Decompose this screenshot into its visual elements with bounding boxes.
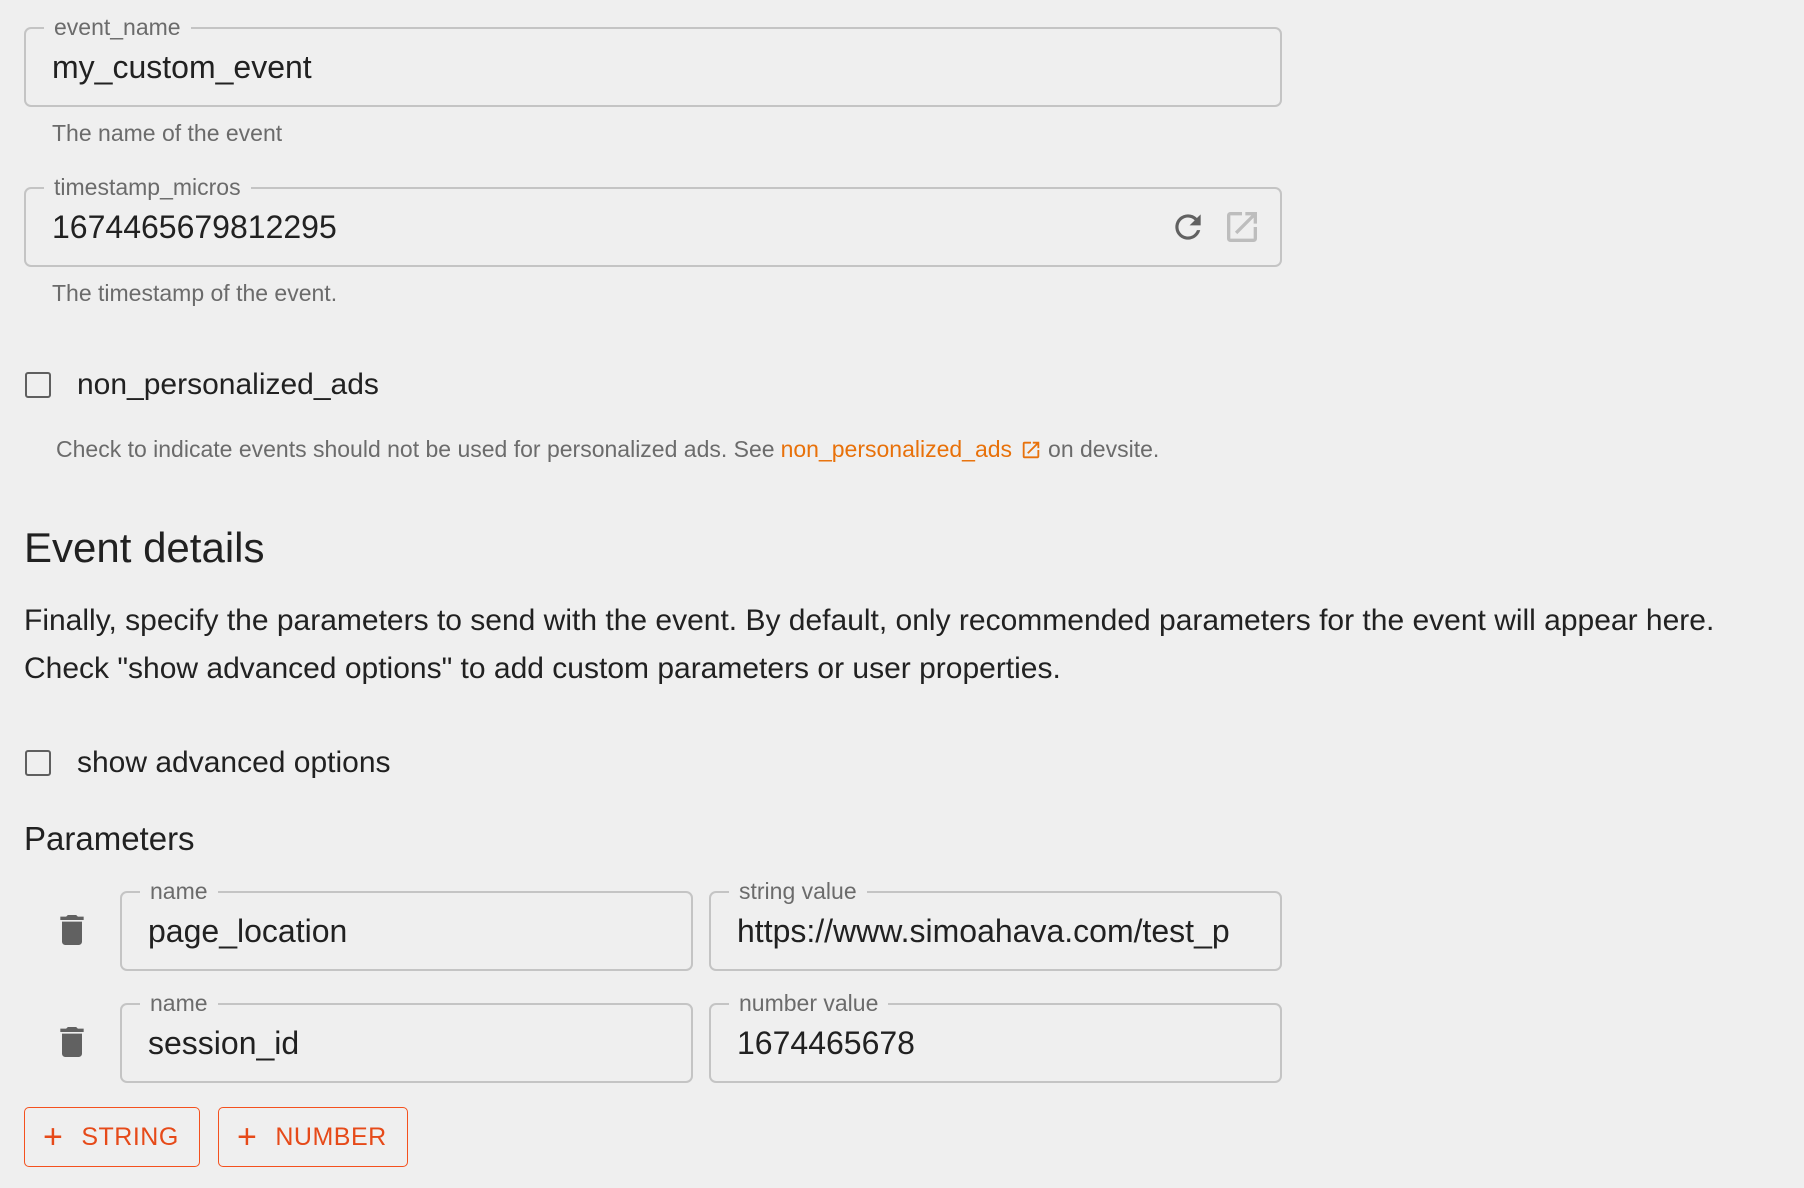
add-string-label: STRING <box>81 1122 179 1151</box>
delete-parameter-icon[interactable] <box>52 1020 92 1064</box>
event-details-description: Finally, specify the parameters to send … <box>24 604 1715 685</box>
event-details-title: Event details <box>24 524 265 571</box>
npa-devsite-link[interactable]: non_personalized_ads <box>781 436 1042 463</box>
advanced-options-label: show advanced options <box>77 746 391 779</box>
non-personalized-ads-checkbox[interactable] <box>25 372 51 398</box>
timestamp-actions <box>1168 189 1262 265</box>
event-name-input[interactable]: my_custom_event <box>52 29 1254 105</box>
advanced-options-checkbox[interactable] <box>25 750 51 776</box>
parameter-name-field[interactable]: name session_id <box>120 989 693 1083</box>
parameter-value-field[interactable]: string value https://www.simoahava.com/t… <box>709 877 1282 971</box>
parameter-value-input[interactable]: https://www.simoahava.com/test_p <box>737 893 1254 969</box>
add-string-button[interactable]: + STRING <box>24 1107 200 1167</box>
npa-helper-prefix: Check to indicate events should not be u… <box>56 436 775 462</box>
event-name-helper: The name of the event <box>52 120 283 146</box>
non-personalized-ads-label: non_personalized_ads <box>77 368 379 401</box>
advanced-options-row[interactable]: show advanced options <box>25 746 391 780</box>
plus-icon: + <box>237 1118 258 1156</box>
npa-link-text: non_personalized_ads <box>780 436 1013 462</box>
event-name-field[interactable]: event_name my_custom_event <box>24 13 1282 107</box>
parameter-name-field[interactable]: name page_location <box>120 877 693 971</box>
open-in-new-icon <box>1222 207 1262 247</box>
timestamp-helper: The timestamp of the event. <box>52 280 338 306</box>
npa-helper-suffix: on devsite. <box>1048 436 1160 462</box>
parameter-name-input[interactable]: page_location <box>148 893 665 969</box>
parameter-value-input[interactable]: 1674465678 <box>737 1005 1254 1081</box>
timestamp-micros-field[interactable]: timestamp_micros 1674465679812295 <box>24 173 1282 267</box>
parameter-name-input[interactable]: session_id <box>148 1005 665 1081</box>
parameters-title: Parameters <box>24 820 195 857</box>
add-number-label: NUMBER <box>275 1122 387 1151</box>
timestamp-micros-input[interactable]: 1674465679812295 <box>52 189 1130 265</box>
add-number-button[interactable]: + NUMBER <box>218 1107 408 1167</box>
refresh-icon[interactable] <box>1168 207 1208 247</box>
plus-icon: + <box>43 1118 64 1156</box>
event-form-page: event_name my_custom_event The name of t… <box>0 0 1804 1188</box>
delete-parameter-icon[interactable] <box>52 908 92 952</box>
parameter-value-field[interactable]: number value 1674465678 <box>709 989 1282 1083</box>
external-link-icon <box>1022 441 1040 458</box>
non-personalized-ads-row[interactable]: non_personalized_ads <box>25 368 379 402</box>
non-personalized-ads-helper: Check to indicate events should not be u… <box>56 436 1159 463</box>
